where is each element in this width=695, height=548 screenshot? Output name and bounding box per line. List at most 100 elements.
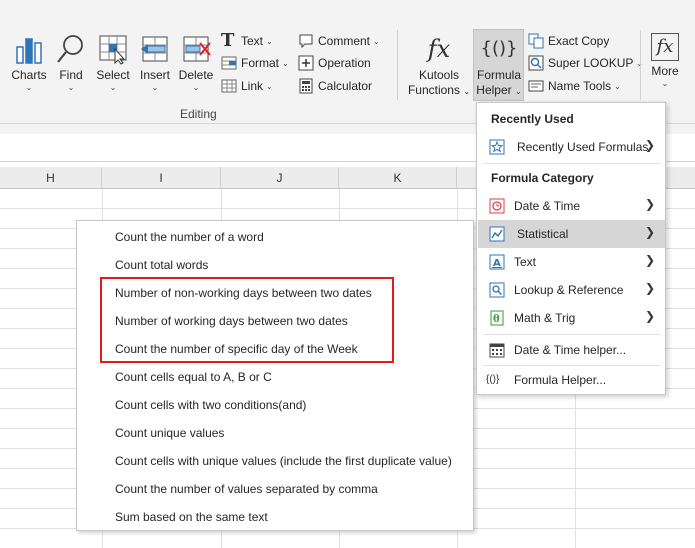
- exact-copy-button[interactable]: Exact Copy: [528, 31, 609, 51]
- statistical-icon: [489, 226, 505, 242]
- submenu-item[interactable]: Count cells with two conditions(and): [115, 391, 306, 419]
- formula-helper-button[interactable]: {()} Formula Helper ⌄: [474, 33, 524, 99]
- more-label: More: [651, 64, 679, 78]
- menu-item-label: Text: [514, 255, 537, 269]
- column-header-h[interactable]: H: [0, 167, 102, 189]
- date-time-icon: [489, 198, 505, 214]
- column-header-j[interactable]: J: [221, 167, 339, 189]
- chevron-down-icon: ⌄: [25, 83, 33, 92]
- calculator-label: Calculator: [318, 79, 373, 93]
- charts-button[interactable]: Charts ⌄: [8, 33, 50, 93]
- chevron-right-icon: ❯: [644, 253, 655, 267]
- charts-icon: [16, 38, 42, 64]
- text-button[interactable]: T Text ⌄: [221, 31, 273, 51]
- menu-item-recently-used-formulas[interactable]: Recently Used Formulas ❯: [478, 133, 665, 161]
- column-header-label: H: [46, 171, 55, 185]
- submenu-item[interactable]: Count cells with unique values (include …: [115, 447, 452, 475]
- link-button[interactable]: Link ⌄: [221, 76, 273, 96]
- chevron-right-icon: ❯: [644, 281, 655, 295]
- chevron-down-icon: ⌄: [282, 58, 289, 68]
- comment-icon: [299, 34, 313, 49]
- recently-used-heading: Recently Used: [491, 112, 574, 126]
- exact-copy-label: Exact Copy: [548, 34, 610, 48]
- submenu-item[interactable]: Sum based on the same text: [115, 503, 268, 531]
- menu-item-statistical[interactable]: Statistical ❯: [478, 220, 665, 248]
- menu-item-formula-helper[interactable]: {()} Formula Helper...: [478, 366, 665, 394]
- chevron-down-icon: ⌄: [463, 87, 471, 96]
- column-header-label: K: [393, 171, 402, 185]
- chevron-right-icon: ❯: [644, 138, 655, 152]
- delete-button[interactable]: Delete ⌄: [177, 33, 215, 93]
- chevron-down-icon: ⌄: [515, 87, 522, 96]
- name-tools-icon: [528, 80, 544, 92]
- group-separator: [640, 30, 641, 100]
- delete-cells-icon: [183, 36, 211, 62]
- group-separator: [397, 30, 398, 100]
- menu-item-date-time-helper[interactable]: Date & Time helper...: [478, 336, 665, 364]
- menu-item-lookup-reference[interactable]: Lookup & Reference ❯: [478, 276, 665, 304]
- submenu-item[interactable]: Count unique values: [115, 419, 224, 447]
- insert-button[interactable]: Insert ⌄: [137, 33, 173, 93]
- name-tools-button[interactable]: Name Tools ⌄: [528, 76, 621, 96]
- submenu-item[interactable]: Count cells equal to A, B or C: [115, 363, 272, 391]
- kutools-label-line2: Functions: [407, 83, 460, 97]
- menu-separator: [483, 334, 660, 335]
- super-lookup-label: Super LOOKUP: [548, 56, 634, 70]
- text-t-icon: T: [221, 30, 235, 51]
- calculator-icon: [299, 78, 313, 94]
- svg-text:θ: θ: [493, 314, 500, 325]
- submenu-item[interactable]: Number of working days between two dates: [115, 307, 348, 335]
- more-button[interactable]: fx More ⌄: [646, 33, 684, 89]
- submenu-item[interactable]: Count total words: [115, 251, 208, 279]
- select-button[interactable]: Select ⌄: [94, 33, 132, 93]
- submenu-item[interactable]: Number of non-working days between two d…: [115, 279, 372, 307]
- column-header-k[interactable]: K: [339, 167, 457, 189]
- fx-icon: fx: [427, 35, 451, 63]
- operation-button[interactable]: Operation: [298, 53, 371, 73]
- find-label: Find: [59, 68, 83, 82]
- delete-label: Delete: [178, 68, 214, 82]
- comment-button[interactable]: Comment ⌄: [298, 31, 380, 51]
- menu-item-label: Statistical: [517, 227, 569, 241]
- submenu-item[interactable]: Count the number of specific day of the …: [115, 335, 358, 363]
- format-button[interactable]: Format ⌄: [221, 53, 289, 73]
- kutools-label-line1: Kutools: [418, 68, 460, 82]
- chevron-down-icon: ⌄: [192, 83, 200, 92]
- charts-label: Charts: [11, 68, 47, 82]
- menu-item-label: Recently Used Formulas: [517, 140, 649, 154]
- kutools-functions-button[interactable]: fx Kutools Functions ⌄: [404, 33, 474, 99]
- text-label: Text: [241, 34, 264, 48]
- chevron-down-icon: ⌄: [67, 83, 75, 92]
- text-category-icon: A: [489, 254, 505, 270]
- statistical-submenu: Count the number of a word Count total w…: [76, 220, 474, 531]
- name-tools-label: Name Tools: [548, 79, 612, 93]
- chevron-down-icon: ⌄: [661, 79, 669, 88]
- fx-more-icon: fx: [651, 33, 679, 61]
- submenu-item[interactable]: Count the number of values separated by …: [115, 475, 378, 503]
- star-icon: [489, 139, 505, 155]
- chevron-right-icon: ❯: [644, 197, 655, 211]
- insert-cells-icon: [141, 36, 168, 62]
- submenu-item[interactable]: Count the number of a word: [115, 223, 264, 251]
- chevron-down-icon: ⌄: [151, 83, 159, 92]
- calendar-icon: [489, 343, 505, 358]
- super-lookup-icon: [528, 55, 544, 71]
- insert-label: Insert: [139, 68, 170, 82]
- link-label: Link: [241, 79, 264, 93]
- menu-item-math-trig[interactable]: θ Math & Trig ❯: [478, 304, 665, 332]
- operation-label: Operation: [318, 56, 371, 70]
- super-lookup-button[interactable]: Super LOOKUP ⌄: [528, 53, 643, 73]
- editing-group-label: Editing: [180, 107, 217, 121]
- calculator-button[interactable]: Calculator: [298, 76, 372, 96]
- chevron-down-icon: ⌄: [614, 81, 621, 91]
- menu-item-date-time[interactable]: Date & Time ❯: [478, 192, 665, 220]
- chevron-right-icon: ❯: [644, 225, 655, 239]
- find-button[interactable]: Find ⌄: [55, 33, 87, 93]
- chevron-right-icon: ❯: [644, 309, 655, 323]
- menu-item-text[interactable]: A Text ❯: [478, 248, 665, 276]
- comment-label: Comment: [318, 34, 371, 48]
- column-header-i[interactable]: I: [102, 167, 221, 189]
- select-cells-icon: [99, 35, 127, 65]
- format-label: Format: [241, 56, 280, 70]
- menu-item-label: Date & Time helper...: [514, 343, 627, 357]
